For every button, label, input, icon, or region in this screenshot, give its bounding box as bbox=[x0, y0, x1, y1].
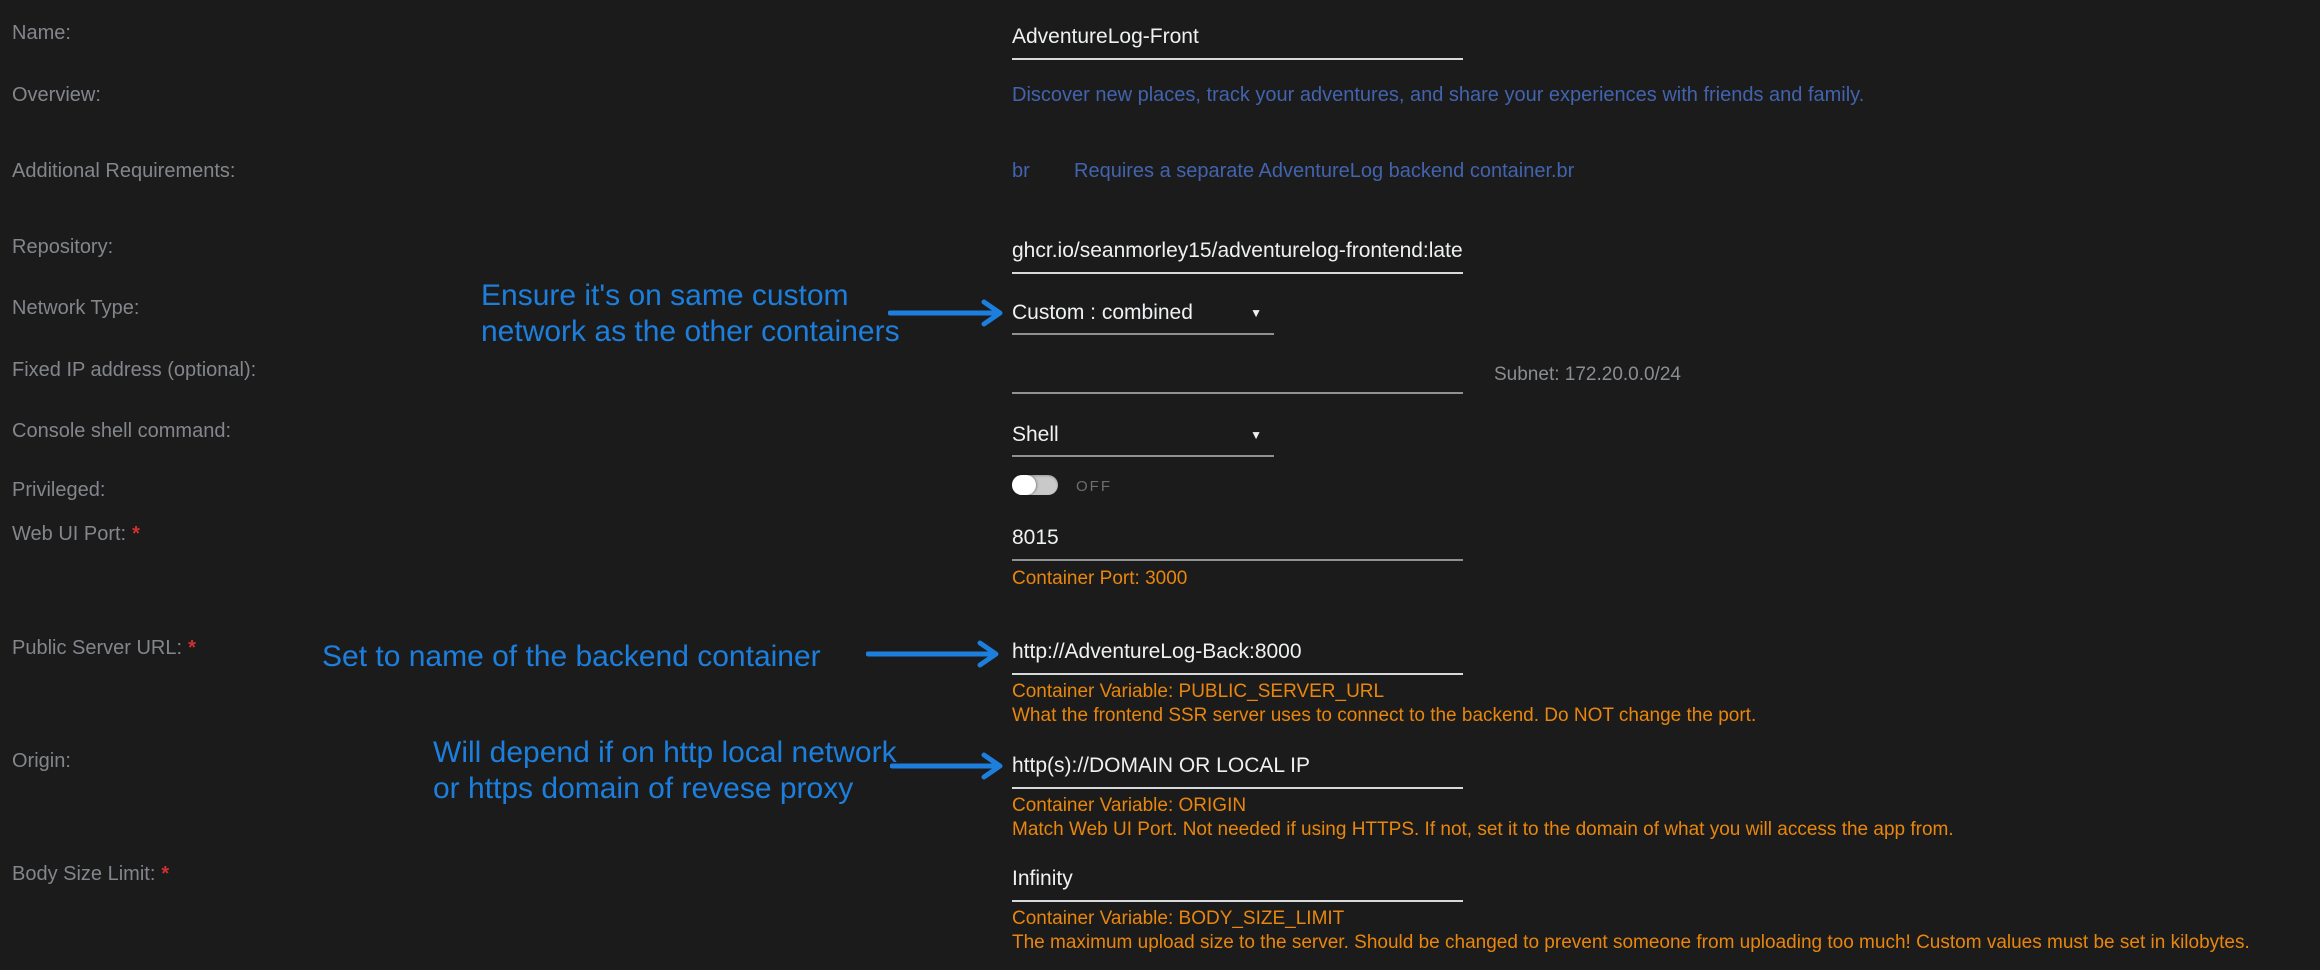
annotation-arrow-icon bbox=[888, 298, 1006, 328]
body-size-limit-input[interactable] bbox=[1012, 866, 1463, 902]
name-input[interactable] bbox=[1012, 24, 1463, 60]
container-variable-note: Container Variable: BODY_SIZE_LIMIT bbox=[1012, 908, 1344, 930]
body-size-limit-label: Body Size Limit:* bbox=[12, 863, 169, 886]
container-variable-note: Container Variable: ORIGIN bbox=[1012, 795, 1246, 817]
additional-requirements-text: Requires a separate AdventureLog backend… bbox=[1074, 160, 1574, 183]
additional-requirements-label: Additional Requirements: bbox=[12, 160, 235, 183]
network-type-label: Network Type: bbox=[12, 297, 139, 320]
public-server-url-input[interactable] bbox=[1012, 639, 1463, 675]
chevron-down-icon: ▼ bbox=[1250, 422, 1262, 448]
docker-template-form: Name: Overview: Discover new places, tra… bbox=[0, 0, 2320, 970]
additional-requirements-prefix: br bbox=[1012, 160, 1030, 183]
annotation-arrow-icon bbox=[866, 639, 1002, 669]
network-type-value: Custom : combined bbox=[1012, 300, 1193, 326]
toggle-knob bbox=[1012, 475, 1036, 495]
subnet-note: Subnet: 172.20.0.0/24 bbox=[1494, 364, 1681, 386]
container-port-note: Container Port: 3000 bbox=[1012, 568, 1187, 590]
name-label: Name: bbox=[12, 22, 71, 45]
privileged-toggle[interactable] bbox=[1012, 475, 1058, 495]
fixed-ip-input[interactable] bbox=[1012, 358, 1463, 394]
overview-label: Overview: bbox=[12, 84, 101, 107]
field-description: What the frontend SSR server uses to con… bbox=[1012, 705, 1756, 727]
annotation-line: or https domain of revese proxy bbox=[433, 771, 897, 807]
overview-text: Discover new places, track your adventur… bbox=[1012, 84, 1864, 107]
webui-port-label: Web UI Port:* bbox=[12, 523, 140, 546]
annotation-line: Set to name of the backend container bbox=[322, 639, 821, 675]
network-type-select[interactable]: Custom : combined ▼ bbox=[1012, 300, 1274, 335]
chevron-down-icon: ▼ bbox=[1250, 300, 1262, 326]
privileged-label: Privileged: bbox=[12, 479, 105, 502]
annotation-origin: Will depend if on http local network or … bbox=[433, 735, 897, 807]
fixed-ip-label: Fixed IP address (optional): bbox=[12, 359, 256, 382]
origin-input[interactable] bbox=[1012, 753, 1463, 789]
annotation-line: network as the other containers bbox=[481, 314, 900, 350]
console-shell-select[interactable]: Shell ▼ bbox=[1012, 422, 1274, 457]
repository-input[interactable] bbox=[1012, 238, 1463, 274]
required-asterisk: * bbox=[132, 523, 140, 545]
console-shell-label: Console shell command: bbox=[12, 420, 231, 443]
annotation-network: Ensure it's on same custom network as th… bbox=[481, 278, 900, 350]
toggle-state-label: OFF bbox=[1076, 478, 1112, 495]
repository-label: Repository: bbox=[12, 236, 113, 259]
container-variable-note: Container Variable: PUBLIC_SERVER_URL bbox=[1012, 681, 1384, 703]
public-server-url-label: Public Server URL:* bbox=[12, 637, 196, 660]
required-asterisk: * bbox=[161, 863, 169, 885]
field-description: Match Web UI Port. Not needed if using H… bbox=[1012, 819, 1954, 841]
required-asterisk: * bbox=[188, 637, 196, 659]
origin-label: Origin: bbox=[12, 750, 71, 773]
annotation-line: Ensure it's on same custom bbox=[481, 278, 900, 314]
console-shell-value: Shell bbox=[1012, 422, 1059, 448]
annotation-line: Will depend if on http local network bbox=[433, 735, 897, 771]
annotation-public-server-url: Set to name of the backend container bbox=[322, 639, 821, 675]
annotation-arrow-icon bbox=[890, 751, 1006, 781]
field-description: The maximum upload size to the server. S… bbox=[1012, 932, 2250, 954]
webui-port-input[interactable] bbox=[1012, 525, 1463, 561]
